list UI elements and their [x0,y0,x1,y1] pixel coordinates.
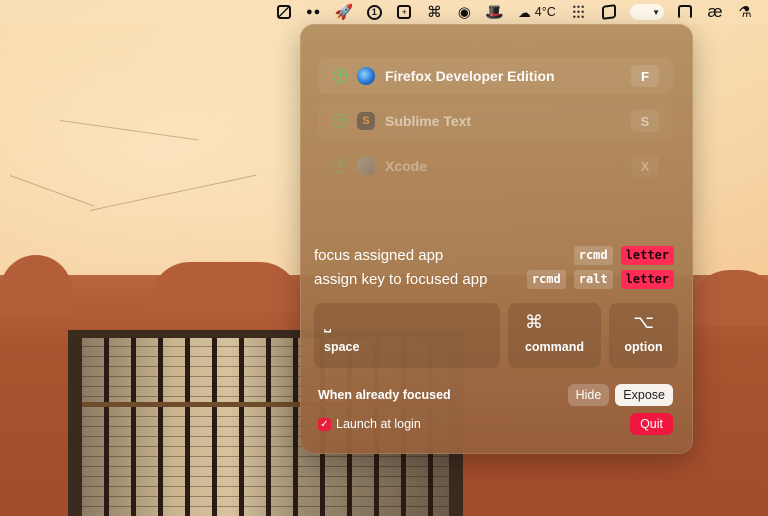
modifier-label: option [624,340,663,354]
modifier-option-option[interactable]: ⌥ option [609,303,678,368]
modifier-space-option[interactable]: ⎵ space [314,303,500,368]
kbd-letter: letter [620,245,674,265]
firefox-icon [357,67,375,85]
rocket-icon[interactable]: 🚀 [329,0,360,24]
weather-temperature: 4°C [534,5,556,19]
modifier-label: command [524,340,585,354]
add-icon[interactable]: + [333,114,347,128]
app-name: Firefox Developer Edition [385,68,555,84]
space-key-icon: ⎵ [324,312,332,332]
menu-bar: ●● 🚀 1 + ⌘ ◉ 🎩 ☁ 4°C ••• ••• ••• ▼ æ ⚗ [0,0,768,24]
kbd-rcmd: rcmd [526,269,566,289]
window-manager-icon[interactable] [594,0,624,24]
app-name: Sublime Text [385,113,472,129]
modifier-command-option[interactable]: ⌘ command [508,303,601,368]
expose-button[interactable]: Expose [615,384,673,406]
bowler-hat-icon[interactable]: 🎩 [479,0,510,24]
app-switcher-popover: + Firefox Developer Edition F + S Sublim… [300,24,693,454]
dot-grid-icon[interactable]: ••• ••• ••• [564,0,594,24]
weather-widget[interactable]: ☁ 4°C [510,0,564,24]
add-icon[interactable]: + [333,69,347,83]
hint-text: focus assigned app [314,246,444,264]
add-icon[interactable]: + [333,159,347,173]
cloud-snow-icon: ☁ [518,5,531,20]
kbd-rcmd: rcmd [573,245,613,265]
chevron-down-icon: ▼ [630,4,664,20]
launch-at-login-row: ✓ Launch at login Quit [318,412,673,436]
quit-button[interactable]: Quit [630,413,673,435]
launch-at-login-checkbox[interactable]: ✓ [318,417,331,431]
hint-text: assign key to focused app [314,270,488,288]
hint-focus: focus assigned app rcmd letter [314,244,674,266]
one-password-icon[interactable]: 1 [359,0,389,24]
dots-app-icon[interactable]: ●● [299,0,329,24]
sublime-text-icon: S [357,112,375,130]
app-key-badge[interactable]: F [631,65,659,87]
modifier-options: ⎵ space ⌘ command ⌥ option [314,303,678,368]
modifier-label: space [324,340,360,354]
shadow-bump [150,262,300,312]
kbd-ralt: ralt [573,269,613,289]
film-reel-icon[interactable]: ◉ [449,0,479,24]
hint-assign: assign key to focused app rcmd ralt lett… [314,268,674,290]
option-key-icon: ⌥ [633,312,654,332]
notes-icon[interactable] [269,0,299,24]
calculator-icon[interactable]: + [389,0,419,24]
launch-at-login-label: Launch at login [336,417,421,431]
flask-icon[interactable]: ⚗ [730,0,760,24]
already-focused-label: When already focused [318,388,451,402]
app-row-firefox[interactable]: + Firefox Developer Edition F [318,58,673,94]
app-row-xcode[interactable]: + Xcode X [318,148,673,184]
already-focused-setting: When already focused Hide Expose [318,383,673,407]
app-name: Xcode [385,158,428,174]
app-row-sublime[interactable]: + S Sublime Text S [318,103,673,139]
assigned-app-list: + Firefox Developer Edition F + S Sublim… [318,58,673,193]
app-key-badge[interactable]: S [631,110,659,132]
app-key-badge[interactable]: X [631,155,659,177]
command-key-icon: ⌘ [525,312,543,332]
airplay-icon[interactable] [670,0,700,24]
xcode-icon [357,157,375,175]
hide-button[interactable]: Hide [567,384,610,406]
ae-ligature-icon[interactable]: æ [700,0,730,24]
command-key-icon[interactable]: ⌘ [419,0,449,24]
menu-toggle-switch[interactable]: ▼ [624,0,670,24]
kbd-letter: letter [620,269,674,289]
